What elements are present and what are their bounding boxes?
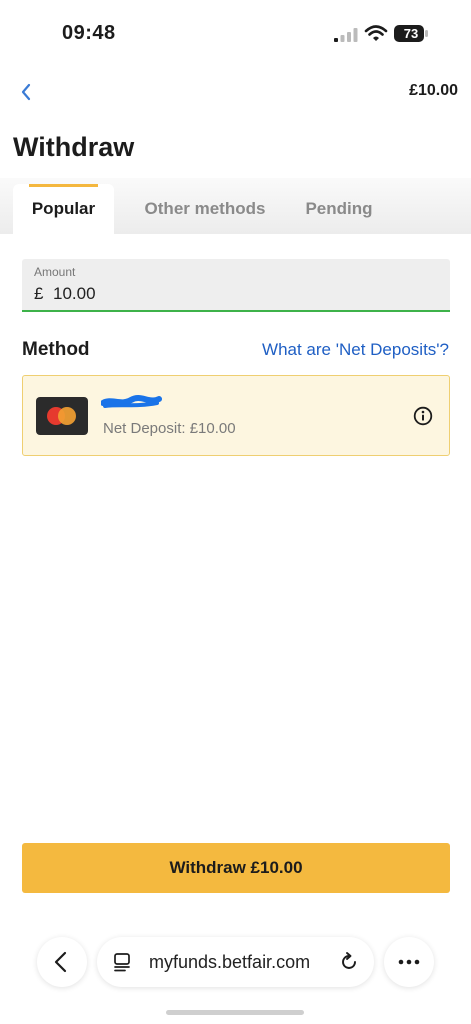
more-icon: [398, 959, 420, 965]
status-bar: 09:48 73: [0, 0, 471, 70]
tab-popular[interactable]: Popular: [13, 184, 114, 234]
url-text: myfunds.betfair.com: [149, 952, 311, 972]
browser-toolbar: myfunds.betfair.com: [0, 930, 471, 994]
amount-label: Amount: [34, 265, 76, 279]
signal-icon: [334, 28, 358, 42]
tab-pending[interactable]: Pending: [292, 184, 386, 234]
home-indicator: [166, 1010, 304, 1015]
account-balance: £10.00: [409, 82, 458, 99]
page-title: Withdraw: [13, 132, 135, 162]
chevron-left-icon[interactable]: [18, 82, 34, 102]
status-time: 09:48: [62, 22, 116, 44]
tab-other-methods[interactable]: Other methods: [128, 184, 282, 234]
currency-symbol: £: [34, 284, 44, 303]
redacted-card-name: [101, 395, 162, 408]
wifi-icon: [364, 25, 388, 41]
battery-level: 73: [403, 26, 419, 41]
browser-back-button[interactable]: [37, 937, 87, 987]
amount-input[interactable]: 10.00: [53, 284, 96, 304]
net-deposit-amount: Net Deposit: £10.00: [103, 420, 236, 437]
amount-field[interactable]: Amount £ 10.00: [22, 259, 450, 312]
tabs-icon: [114, 953, 130, 972]
more-button[interactable]: [384, 937, 434, 987]
payment-method-card[interactable]: Net Deposit: £10.00: [22, 375, 450, 456]
address-bar[interactable]: myfunds.betfair.com: [97, 937, 374, 987]
withdraw-button[interactable]: Withdraw £10.00: [22, 843, 450, 893]
mastercard-icon: [36, 397, 88, 435]
reload-icon[interactable]: [338, 951, 360, 973]
net-deposits-link[interactable]: What are 'Net Deposits'?: [262, 340, 449, 360]
tab-bar: Popular Other methods Pending: [0, 178, 471, 234]
method-label: Method: [22, 339, 90, 360]
info-icon[interactable]: [413, 406, 433, 426]
back-icon: [54, 951, 67, 973]
header: £10.00: [0, 72, 471, 116]
